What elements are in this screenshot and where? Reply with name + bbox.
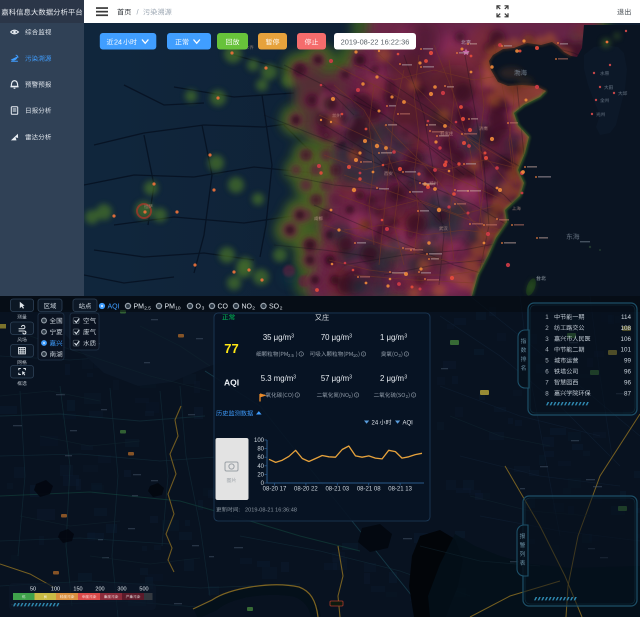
svg-text:08-21 08: 08-21 08 bbox=[357, 487, 381, 493]
svg-text:AQI: AQI bbox=[224, 378, 239, 388]
svg-text:08-20 17: 08-20 17 bbox=[263, 487, 287, 493]
svg-text:108: 108 bbox=[620, 325, 631, 332]
svg-text:2: 2 bbox=[545, 325, 549, 332]
svg-text:3: 3 bbox=[349, 375, 352, 381]
svg-text:NO: NO bbox=[242, 304, 253, 311]
svg-text:20: 20 bbox=[257, 472, 264, 478]
svg-text:60: 60 bbox=[257, 455, 264, 461]
svg-text:101: 101 bbox=[620, 347, 631, 354]
svg-text:500: 500 bbox=[139, 587, 148, 593]
svg-text:50: 50 bbox=[30, 587, 36, 593]
svg-text:150: 150 bbox=[73, 587, 82, 593]
svg-text:1: 1 bbox=[545, 314, 549, 321]
svg-text:3: 3 bbox=[404, 334, 407, 340]
svg-text:3: 3 bbox=[291, 334, 294, 340]
svg-text:AQI: AQI bbox=[403, 421, 414, 427]
svg-text:24: 24 bbox=[114, 38, 122, 47]
svg-text:3: 3 bbox=[349, 334, 352, 340]
svg-text:8: 8 bbox=[545, 390, 549, 397]
svg-text:2: 2 bbox=[252, 306, 255, 312]
svg-text:99: 99 bbox=[624, 358, 632, 365]
svg-text:2019-08-22 16:22:36: 2019-08-22 16:22:36 bbox=[341, 37, 410, 46]
svg-text:10: 10 bbox=[353, 353, 358, 358]
svg-text:08-21 13: 08-21 13 bbox=[388, 487, 412, 493]
svg-text:100: 100 bbox=[51, 587, 60, 593]
svg-text:5: 5 bbox=[545, 358, 549, 365]
svg-text:106: 106 bbox=[620, 336, 631, 343]
svg-text:80: 80 bbox=[257, 447, 264, 453]
svg-text:200: 200 bbox=[95, 587, 104, 593]
svg-text:CO: CO bbox=[218, 304, 229, 311]
svg-text:87: 87 bbox=[624, 390, 632, 397]
svg-text:96: 96 bbox=[624, 369, 632, 376]
svg-text:24: 24 bbox=[372, 421, 379, 427]
svg-text:3: 3 bbox=[404, 375, 407, 381]
svg-text:77: 77 bbox=[224, 341, 238, 356]
svg-text:4: 4 bbox=[545, 347, 549, 354]
svg-text:35 μg/m: 35 μg/m bbox=[263, 333, 291, 342]
svg-text:300: 300 bbox=[117, 587, 126, 593]
svg-text:AQI: AQI bbox=[108, 304, 120, 311]
svg-text:O: O bbox=[196, 304, 202, 311]
svg-text:2.5: 2.5 bbox=[288, 353, 294, 358]
svg-text:PM: PM bbox=[134, 304, 145, 311]
svg-text:57 μg/m: 57 μg/m bbox=[321, 374, 349, 383]
svg-text:70 μg/m: 70 μg/m bbox=[321, 333, 349, 342]
svg-text:10: 10 bbox=[175, 306, 181, 312]
svg-text:7: 7 bbox=[545, 379, 549, 386]
svg-text:6: 6 bbox=[545, 369, 549, 376]
svg-text:08-20 22: 08-20 22 bbox=[294, 487, 318, 493]
svg-text:08-21 03: 08-21 03 bbox=[325, 487, 349, 493]
svg-text:5.3 mg/m: 5.3 mg/m bbox=[261, 374, 294, 383]
svg-text:3: 3 bbox=[202, 306, 205, 312]
svg-text:3: 3 bbox=[293, 375, 296, 381]
svg-text:100: 100 bbox=[254, 438, 265, 444]
svg-text:40: 40 bbox=[257, 464, 264, 470]
svg-text:1 μg/m: 1 μg/m bbox=[380, 333, 404, 342]
svg-text:2019-08-21 16:36:48: 2019-08-21 16:36:48 bbox=[245, 508, 297, 514]
svg-text:3: 3 bbox=[545, 336, 549, 343]
svg-text:PM: PM bbox=[165, 304, 176, 311]
svg-text:2.5: 2.5 bbox=[144, 306, 151, 312]
svg-text:SO: SO bbox=[269, 304, 280, 311]
svg-text:2 μg/m: 2 μg/m bbox=[380, 374, 404, 383]
svg-text:114: 114 bbox=[621, 314, 632, 321]
svg-text:96: 96 bbox=[624, 379, 632, 386]
svg-text:2: 2 bbox=[280, 306, 283, 312]
